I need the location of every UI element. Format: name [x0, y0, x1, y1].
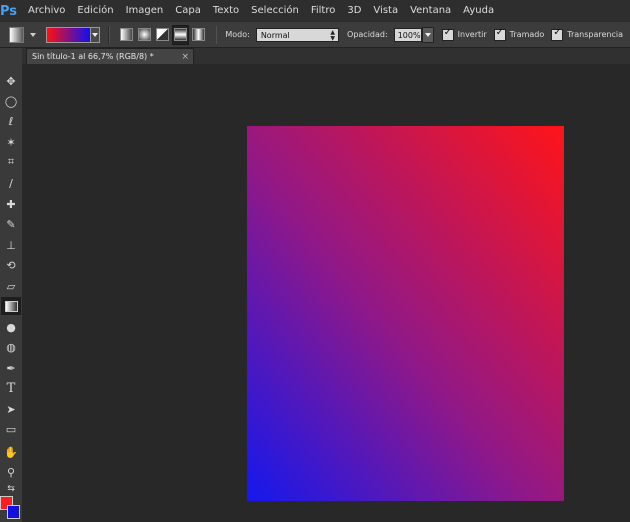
- blur-tool-icon[interactable]: ●: [1, 318, 21, 336]
- brush-tool-icon[interactable]: ✎: [1, 215, 21, 233]
- clone-stamp-tool-icon[interactable]: ⊥: [1, 236, 21, 254]
- diamond-gradient-icon: [191, 28, 205, 41]
- chevron-down-icon: [92, 32, 99, 37]
- hand-tool-icon[interactable]: ✋: [1, 443, 21, 461]
- divider: [215, 25, 218, 44]
- zoom-tool-icon[interactable]: ⚲: [1, 463, 21, 481]
- mode-select[interactable]: Normal ▲ ▼: [255, 27, 340, 42]
- menu-vista[interactable]: Vista: [367, 0, 404, 22]
- linear-gradient-icon: [120, 28, 134, 41]
- chevron-down-icon: [424, 32, 431, 37]
- marquee-tool-icon[interactable]: ◯: [1, 92, 21, 110]
- divider: [108, 25, 111, 44]
- reverse-checkbox[interactable]: Invertir: [441, 27, 487, 41]
- document-tab-bar: Sin título-1 al 66,7% (RGB/8) * ×: [22, 48, 630, 64]
- rectangle-tool-icon[interactable]: ▭: [1, 420, 21, 438]
- healing-brush-tool-icon[interactable]: ✚: [1, 195, 21, 213]
- background-color-swatch[interactable]: [7, 505, 20, 519]
- mode-value: Normal: [260, 30, 290, 40]
- crop-tool-icon[interactable]: ⌗: [1, 153, 21, 171]
- transparency-label: Transparencia: [567, 30, 623, 39]
- options-bar: Modo: Normal ▲▼ Opacidad: 100% Invertir …: [0, 22, 630, 48]
- menu-bar: Ps Archivo Edición Imagen Capa Texto Sel…: [0, 0, 630, 22]
- transparency-checkbox[interactable]: Transparencia: [551, 27, 623, 41]
- angle-gradient-button[interactable]: [154, 25, 171, 45]
- document-canvas[interactable]: [247, 126, 564, 501]
- menu-edicion[interactable]: Edición: [71, 0, 119, 22]
- chevron-down-icon[interactable]: [30, 32, 37, 37]
- photoshop-logo: Ps: [0, 3, 18, 19]
- history-brush-tool-icon[interactable]: ⟲: [1, 256, 21, 274]
- opacity-dropdown-button[interactable]: [421, 26, 434, 43]
- opacity-input[interactable]: 100%: [393, 27, 422, 42]
- move-tool-icon[interactable]: ✥: [1, 72, 21, 90]
- checkbox-checked-icon[interactable]: [551, 27, 564, 41]
- mode-label: Modo:: [225, 30, 250, 39]
- reflected-gradient-icon: [173, 28, 187, 41]
- path-selection-tool-icon[interactable]: ➤: [1, 400, 21, 418]
- close-icon[interactable]: ×: [181, 52, 193, 62]
- type-tool-icon[interactable]: T: [1, 379, 21, 397]
- menu-3d[interactable]: 3D: [341, 0, 367, 22]
- menu-ventana[interactable]: Ventana: [404, 0, 457, 22]
- gradient-swatch-icon: [4, 300, 18, 312]
- gradient-dropdown-button[interactable]: [90, 27, 100, 42]
- dither-checkbox[interactable]: Tramado: [493, 27, 545, 41]
- reflected-gradient-button[interactable]: [171, 24, 189, 45]
- tool-preset-picker[interactable]: [9, 26, 25, 43]
- eyedropper-tool-icon[interactable]: ∕: [1, 174, 21, 192]
- radial-gradient-button[interactable]: [136, 25, 153, 45]
- dither-label: Tramado: [509, 30, 545, 39]
- spinner-arrows-icon: ▲ ▼: [330, 28, 336, 42]
- menu-imagen[interactable]: Imagen: [120, 0, 170, 22]
- dodge-tool-icon[interactable]: ◍: [1, 338, 21, 356]
- gradient-preview[interactable]: [47, 27, 91, 42]
- gradient-tool-icon[interactable]: [1, 297, 21, 315]
- checkbox-checked-icon[interactable]: [493, 27, 506, 41]
- menu-ayuda[interactable]: Ayuda: [457, 0, 500, 22]
- linear-gradient-button[interactable]: [118, 25, 135, 45]
- radial-gradient-icon: [137, 28, 151, 41]
- menu-seleccion[interactable]: Selección: [245, 0, 305, 22]
- diamond-gradient-button[interactable]: [190, 25, 207, 45]
- magic-wand-tool-icon[interactable]: ✶: [1, 133, 21, 151]
- tools-panel: ✥ ◯ ℓ ✶ ⌗ ∕ ✚ ✎ ⊥ ⟲ ▱ ● ◍ ✒ T ➤ ▭ ✋ ⚲ ⇆: [0, 48, 23, 522]
- menu-filtro[interactable]: Filtro: [305, 0, 342, 22]
- menu-capa[interactable]: Capa: [169, 0, 207, 22]
- document-tab[interactable]: Sin título-1 al 66,7% (RGB/8) * ×: [26, 48, 194, 64]
- checkbox-checked-icon[interactable]: [441, 27, 454, 41]
- eraser-tool-icon[interactable]: ▱: [1, 277, 21, 295]
- lasso-tool-icon[interactable]: ℓ: [1, 112, 21, 130]
- pen-tool-icon[interactable]: ✒: [1, 359, 21, 377]
- menu-archivo[interactable]: Archivo: [22, 0, 71, 22]
- document-tab-title: Sin título-1 al 66,7% (RGB/8) *: [32, 52, 154, 61]
- gradient-picker[interactable]: [46, 26, 101, 43]
- opacity-label: Opacidad:: [347, 30, 388, 39]
- angle-gradient-icon: [155, 28, 169, 41]
- reverse-label: Invertir: [457, 30, 487, 39]
- menu-texto[interactable]: Texto: [207, 0, 245, 22]
